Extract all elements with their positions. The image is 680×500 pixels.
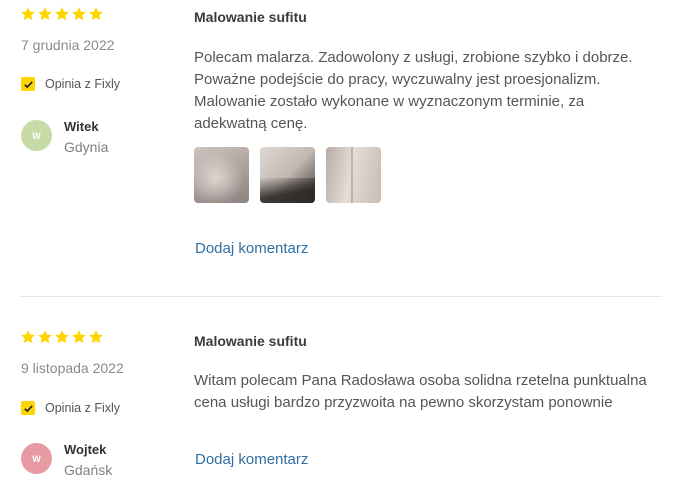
author-city: Gdynia <box>64 139 109 155</box>
rating-stars <box>20 329 104 345</box>
review-title: Malowanie sufitu <box>194 333 307 349</box>
star-icon <box>72 7 86 21</box>
avatar: W <box>21 443 52 474</box>
badge-label: Opinia z Fixly <box>45 401 121 415</box>
review-photo[interactable] <box>260 147 315 203</box>
badge-label: Opinia z Fixly <box>45 77 121 91</box>
star-icon <box>72 330 86 344</box>
checkbox-icon <box>21 77 35 91</box>
review-text: Witam polecam Pana Radosława osoba solid… <box>194 372 647 411</box>
source-badge: Opinia z Fixly <box>21 77 120 91</box>
review-title: Malowanie sufitu <box>194 9 307 25</box>
add-comment-link[interactable]: Dodaj komentarz <box>195 451 308 468</box>
author-name: Wojtek <box>64 442 107 457</box>
star-icon <box>55 7 69 21</box>
star-icon <box>89 330 103 344</box>
add-comment-link[interactable]: Dodaj komentarz <box>195 240 308 257</box>
star-icon <box>38 330 52 344</box>
rating-stars <box>20 6 104 22</box>
star-icon <box>21 7 35 21</box>
review-date: 9 listopada 2022 <box>21 360 124 376</box>
author-info: W Witek Gdynia <box>21 119 109 157</box>
star-icon <box>21 330 35 344</box>
photo-gallery <box>194 147 381 203</box>
checkbox-icon <box>21 401 35 415</box>
review-date: 7 grudnia 2022 <box>21 37 115 53</box>
star-icon <box>38 7 52 21</box>
divider <box>20 296 662 297</box>
avatar: W <box>21 120 52 151</box>
star-icon <box>55 330 69 344</box>
review-card: 7 grudnia 2022 Opinia z Fixly W Witek Gd… <box>0 0 680 296</box>
review-text: Polecam malarza. Zadowolony z usługi, zr… <box>194 49 633 132</box>
review-photo[interactable] <box>194 147 249 203</box>
author-city: Gdańsk <box>64 462 113 478</box>
review-card: 9 listopada 2022 Opinia z Fixly W Wojtek… <box>0 323 680 500</box>
author-name: Witek <box>64 119 99 134</box>
star-icon <box>89 7 103 21</box>
author-info: W Wojtek Gdańsk <box>21 442 113 480</box>
review-photo[interactable] <box>326 147 381 203</box>
source-badge: Opinia z Fixly <box>21 401 120 415</box>
